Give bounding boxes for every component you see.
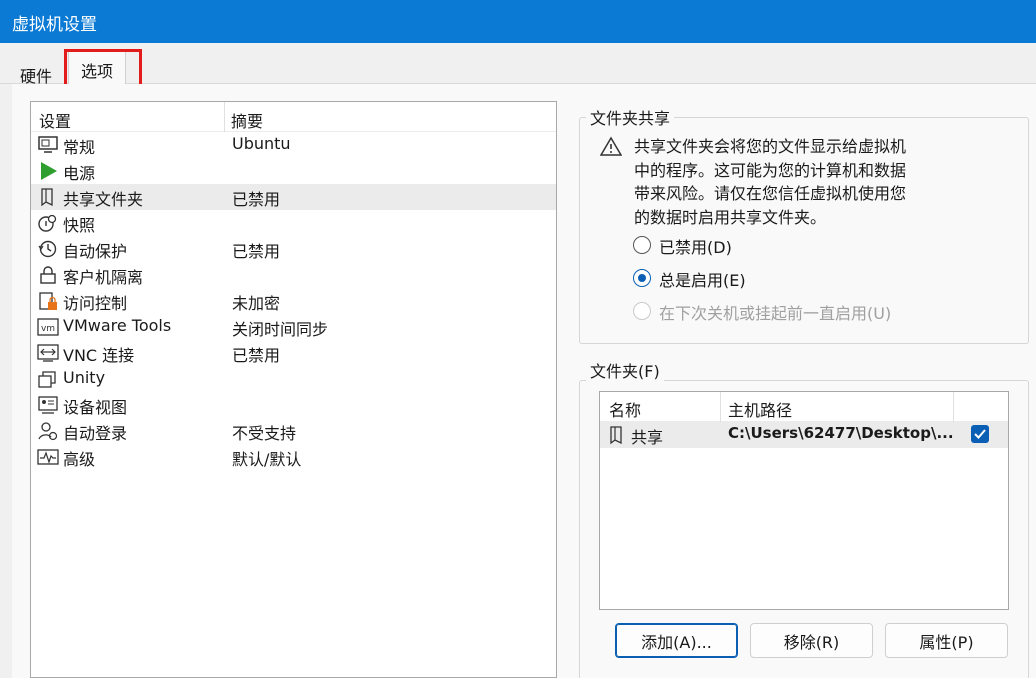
autoprotect-clock-icon [38,240,57,258]
radio-until-poweroff[interactable]: 在下次关机或挂起前一直启用(U) [633,300,963,324]
header-separator [224,102,225,132]
settings-row-label: 高级 [63,450,96,469]
settings-row-label: 设备视图 [63,398,128,417]
radio-label: 总是启用(E) [659,271,746,290]
vmware-tools-icon: vm [37,318,59,336]
header-summary[interactable]: 摘要 [231,108,263,132]
settings-row-summary: 未加密 [232,294,281,313]
header-name[interactable]: 名称 [609,397,641,421]
folder-properties-button[interactable]: 属性(P) [885,623,1008,658]
settings-row-label: 常规 [63,138,96,157]
window-title: 虚拟机设置 [12,15,97,35]
lock-icon [40,266,56,284]
settings-row-isolation[interactable]: 客户机隔离 [31,262,556,288]
tab-options[interactable]: 选项 [68,51,127,88]
settings-row-label: 电源 [63,164,96,183]
title-bar: 虚拟机设置 [0,0,1036,43]
warning-icon [600,136,622,156]
settings-row-vmware-tools[interactable]: vm VMware Tools 关闭时间同步 [31,314,556,340]
settings-row-summary: 不受支持 [232,424,297,443]
settings-row-vnc[interactable]: VNC 连接 已禁用 [31,340,556,366]
radio-circle[interactable] [633,236,651,254]
header-settings[interactable]: 设置 [39,108,71,132]
warning-line: 共享文件夹会将您的文件显示给虚拟机 [634,137,907,156]
settings-row-summary: 已禁用 [232,190,281,209]
radio-circle[interactable] [633,302,651,320]
settings-row-summary: 已禁用 [232,242,281,261]
settings-row-snapshot[interactable]: 快照 [31,210,556,236]
folder-name: 共享 [631,428,664,447]
radio-disabled[interactable]: 已禁用(D) [633,234,963,258]
settings-row-device-view[interactable]: 设备视图 [31,392,556,418]
vnc-icon [37,344,59,362]
folder-enabled-checkbox[interactable] [971,425,989,443]
settings-row-summary: 默认/默认 [232,450,302,469]
settings-row-power[interactable]: 电源 [31,158,556,184]
settings-row-label: 访问控制 [63,294,128,313]
settings-row-general[interactable]: 常规 Ubuntu [31,132,556,158]
settings-row-summary: Ubuntu [232,134,291,153]
settings-row-label: 共享文件夹 [63,190,144,209]
folder-host-path: C:\Users\62477\Desktop\... [728,424,954,442]
radio-always-enabled[interactable]: 总是启用(E) [633,267,963,291]
svg-text:vm: vm [41,324,55,334]
radio-label: 在下次关机或挂起前一直启用(U) [659,304,892,323]
snapshot-icon [38,214,57,232]
general-icon [38,136,58,153]
access-control-icon [39,292,57,310]
settings-row-label: 快照 [63,216,96,235]
shared-folder-icon [41,188,53,207]
tab-strip: 硬件 选项 [0,43,1036,88]
header-host-path[interactable]: 主机路径 [728,397,792,421]
settings-row-label: VNC 连接 [63,346,135,365]
advanced-pulse-icon [37,449,59,465]
folders-table-header: 名称 主机路径 [600,392,1008,422]
header-separator [953,392,954,422]
folder-row[interactable]: 共享 C:\Users\62477\Desktop\... [600,422,1008,448]
folders-table[interactable]: 名称 主机路径 共享 C:\Users\62477\Desktop\... [599,391,1009,610]
header-separator [720,392,721,422]
radio-label: 已禁用(D) [659,238,732,257]
warning-line: 中的程序。这可能为您的计算机和数据 [634,160,907,180]
settings-row-access-control[interactable]: 访问控制 未加密 [31,288,556,314]
settings-row-summary: 已禁用 [232,346,281,365]
settings-row-unity[interactable]: Unity [31,366,556,392]
settings-row-label: Unity [63,368,106,387]
sharing-warning-text: 共享文件夹会将您的文件显示给虚拟机 中的程序。这可能为您的计算机和数据 带来风险… [634,135,954,229]
warning-line: 带来风险。请仅在您信任虚拟机使用您 [634,184,907,203]
settings-row-shared-folders[interactable]: 共享文件夹 已禁用 [31,184,556,210]
radio-circle[interactable] [633,269,651,287]
settings-row-summary: 关闭时间同步 [232,320,329,339]
add-folder-button[interactable]: 添加(A)... [615,623,738,658]
remove-folder-button[interactable]: 移除(R) [750,623,873,658]
warning-line: 的数据时启用共享文件夹。 [634,207,827,227]
folder-sharing-title: 文件夹共享 [586,105,675,129]
settings-list-header: 设置 摘要 [31,102,556,132]
device-view-icon [38,396,58,414]
settings-row-autoprotect[interactable]: 自动保护 已禁用 [31,236,556,262]
settings-row-label: 客户机隔离 [63,268,144,287]
settings-row-label: 自动保护 [63,242,128,261]
shared-folder-icon [610,426,622,445]
settings-row-label: VMware Tools [63,316,172,335]
settings-row-autologin[interactable]: 自动登录 不受支持 [31,418,556,444]
settings-list[interactable]: 设置 摘要 常规 Ubuntu 电源 共享文件夹 已禁用 快照 自动保护 已禁用… [30,101,557,678]
unity-icon [38,371,56,388]
folders-title: 文件夹(F) [586,358,664,382]
power-play-icon [41,162,57,180]
settings-row-advanced[interactable]: 高级 默认/默认 [31,444,556,470]
settings-row-label: 自动登录 [63,424,128,443]
autologin-user-icon [38,422,58,441]
